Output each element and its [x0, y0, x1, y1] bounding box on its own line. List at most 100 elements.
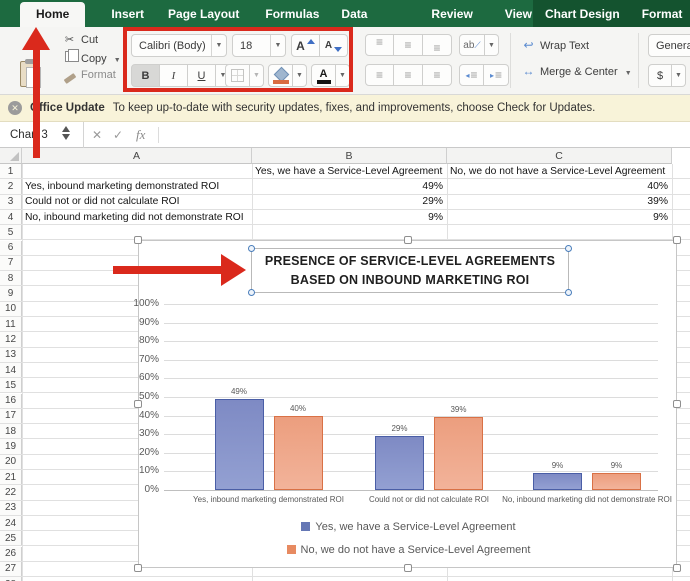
row-header-7[interactable]: 7: [0, 256, 22, 270]
tab-formulas[interactable]: Formulas: [265, 7, 319, 21]
tab-data[interactable]: Data: [341, 7, 367, 21]
cell-B1[interactable]: Yes, we have a Service-Level Agreement: [252, 164, 447, 178]
title-handle[interactable]: [565, 245, 572, 252]
chart-selection-handle[interactable]: [134, 236, 142, 244]
y-tick-100%: 100%: [117, 298, 159, 309]
align-middle-button[interactable]: ≡: [394, 34, 423, 56]
legend-entry-1[interactable]: Yes, we have a Service-Level Agreement: [139, 521, 678, 533]
row-header-27[interactable]: 27: [0, 562, 22, 576]
row-header-3[interactable]: 3: [0, 195, 22, 209]
cell-B2[interactable]: 49%: [252, 179, 447, 193]
tab-insert[interactable]: Insert: [111, 7, 144, 21]
bar-series1-cat3[interactable]: [533, 473, 582, 490]
chart-selection-handle[interactable]: [134, 400, 142, 408]
row-header-6[interactable]: 6: [0, 241, 22, 255]
enter-icon[interactable]: ✓: [113, 122, 123, 148]
align-center-button[interactable]: ≡: [394, 64, 423, 86]
format-painter-button[interactable]: Format: [62, 69, 116, 81]
cell-C4[interactable]: 9%: [447, 210, 672, 224]
merge-center-button[interactable]: ↔Merge & Center ▼: [521, 64, 632, 78]
name-box-stepper[interactable]: [62, 126, 70, 140]
row-header-1[interactable]: 1: [0, 164, 22, 178]
dismiss-update-icon[interactable]: ✕: [8, 101, 22, 115]
cut-button[interactable]: ✂Cut: [62, 33, 98, 46]
row-header-9[interactable]: 9: [0, 286, 22, 300]
align-top-button[interactable]: ≡: [365, 34, 394, 56]
row-header-23[interactable]: 23: [0, 501, 22, 515]
decrease-indent-button[interactable]: ◂≡: [459, 64, 484, 86]
chart-selection-handle[interactable]: [404, 236, 412, 244]
row-header-5[interactable]: 5: [0, 225, 22, 239]
cell-B4[interactable]: 9%: [252, 210, 447, 224]
legend-entry-2[interactable]: No, we do not have a Service-Level Agree…: [139, 544, 678, 556]
tab-review[interactable]: Review: [431, 7, 472, 21]
align-left-button[interactable]: ≡: [365, 64, 394, 86]
currency-format-button[interactable]: $: [648, 64, 672, 87]
orientation-button[interactable]: ab⟋: [459, 34, 485, 56]
tab-format[interactable]: Format: [642, 7, 683, 21]
title-handle[interactable]: [248, 245, 255, 252]
column-header-A[interactable]: A: [22, 148, 252, 164]
row-header-11[interactable]: 11: [0, 317, 22, 331]
row-header-17[interactable]: 17: [0, 409, 22, 423]
bar-series2-cat2[interactable]: [434, 417, 483, 490]
chart-object[interactable]: PRESENCE OF SERVICE-LEVEL AGREEMENTS BAS…: [138, 240, 677, 568]
row-header-22[interactable]: 22: [0, 485, 22, 499]
row-header-21[interactable]: 21: [0, 470, 22, 484]
align-right-button[interactable]: ≡: [423, 64, 452, 86]
chart-selection-handle[interactable]: [673, 236, 681, 244]
name-box[interactable]: Chart 3: [0, 122, 84, 148]
row-header-25[interactable]: 25: [0, 531, 22, 545]
column-header-B[interactable]: B: [252, 148, 447, 164]
cell-A2[interactable]: Yes, inbound marketing demonstrated ROI: [22, 179, 252, 193]
row-header-26[interactable]: 26: [0, 547, 22, 561]
row-header-13[interactable]: 13: [0, 348, 22, 362]
row-header-10[interactable]: 10: [0, 302, 22, 316]
copy-button[interactable]: Copy ▼: [62, 51, 121, 65]
column-header-C[interactable]: C: [447, 148, 672, 164]
row-header-4[interactable]: 4: [0, 210, 22, 224]
bar-series1-cat1[interactable]: [215, 399, 264, 490]
row-header-15[interactable]: 15: [0, 378, 22, 392]
cell-C2[interactable]: 40%: [447, 179, 672, 193]
tab-page-layout[interactable]: Page Layout: [168, 7, 239, 21]
increase-indent-button[interactable]: ▸≡: [484, 64, 509, 86]
tab-chart-design[interactable]: Chart Design: [545, 7, 620, 21]
gridline-50%: [164, 397, 658, 398]
chart-selection-handle[interactable]: [404, 564, 412, 572]
wrap-text-button[interactable]: ↩Wrap Text: [521, 38, 589, 52]
cancel-icon[interactable]: ✕: [92, 122, 102, 148]
align-bottom-button[interactable]: ≡: [423, 34, 452, 56]
number-format-combobox[interactable]: General: [648, 34, 690, 57]
cell-A3[interactable]: Could not or did not calculate ROI: [22, 195, 252, 209]
row-header-28[interactable]: 28: [0, 577, 22, 581]
row-header-20[interactable]: 20: [0, 455, 22, 469]
currency-dropdown-arrow[interactable]: ▼: [672, 64, 686, 87]
bar-series2-cat3[interactable]: [592, 473, 641, 490]
chart-selection-handle[interactable]: [134, 564, 142, 572]
chart-title[interactable]: PRESENCE OF SERVICE-LEVEL AGREEMENTS BAS…: [251, 248, 569, 293]
tab-view[interactable]: View: [505, 7, 532, 21]
cell-B3[interactable]: 29%: [252, 195, 447, 209]
y-tick-0%: 0%: [117, 484, 159, 495]
cell-A4[interactable]: No, inbound marketing did not demonstrat…: [22, 210, 252, 224]
row-header-14[interactable]: 14: [0, 363, 22, 377]
orientation-dropdown-arrow[interactable]: ▼: [485, 34, 499, 56]
cell-C3[interactable]: 39%: [447, 195, 672, 209]
row-header-18[interactable]: 18: [0, 424, 22, 438]
cell-C1[interactable]: No, we do not have a Service-Level Agree…: [447, 164, 672, 178]
bar-series2-cat1[interactable]: [274, 416, 323, 490]
row-header-24[interactable]: 24: [0, 516, 22, 530]
row-header-12[interactable]: 12: [0, 332, 22, 346]
row-header-19[interactable]: 19: [0, 439, 22, 453]
title-handle[interactable]: [565, 289, 572, 296]
row-header-2[interactable]: 2: [0, 179, 22, 193]
title-handle[interactable]: [248, 289, 255, 296]
tab-home[interactable]: Home: [20, 2, 85, 29]
insert-function-icon[interactable]: fx: [136, 122, 145, 148]
row-header-8[interactable]: 8: [0, 271, 22, 285]
row-header-16[interactable]: 16: [0, 394, 22, 408]
bar-series1-cat2[interactable]: [375, 436, 424, 490]
chart-selection-handle[interactable]: [673, 400, 681, 408]
chart-selection-handle[interactable]: [673, 564, 681, 572]
